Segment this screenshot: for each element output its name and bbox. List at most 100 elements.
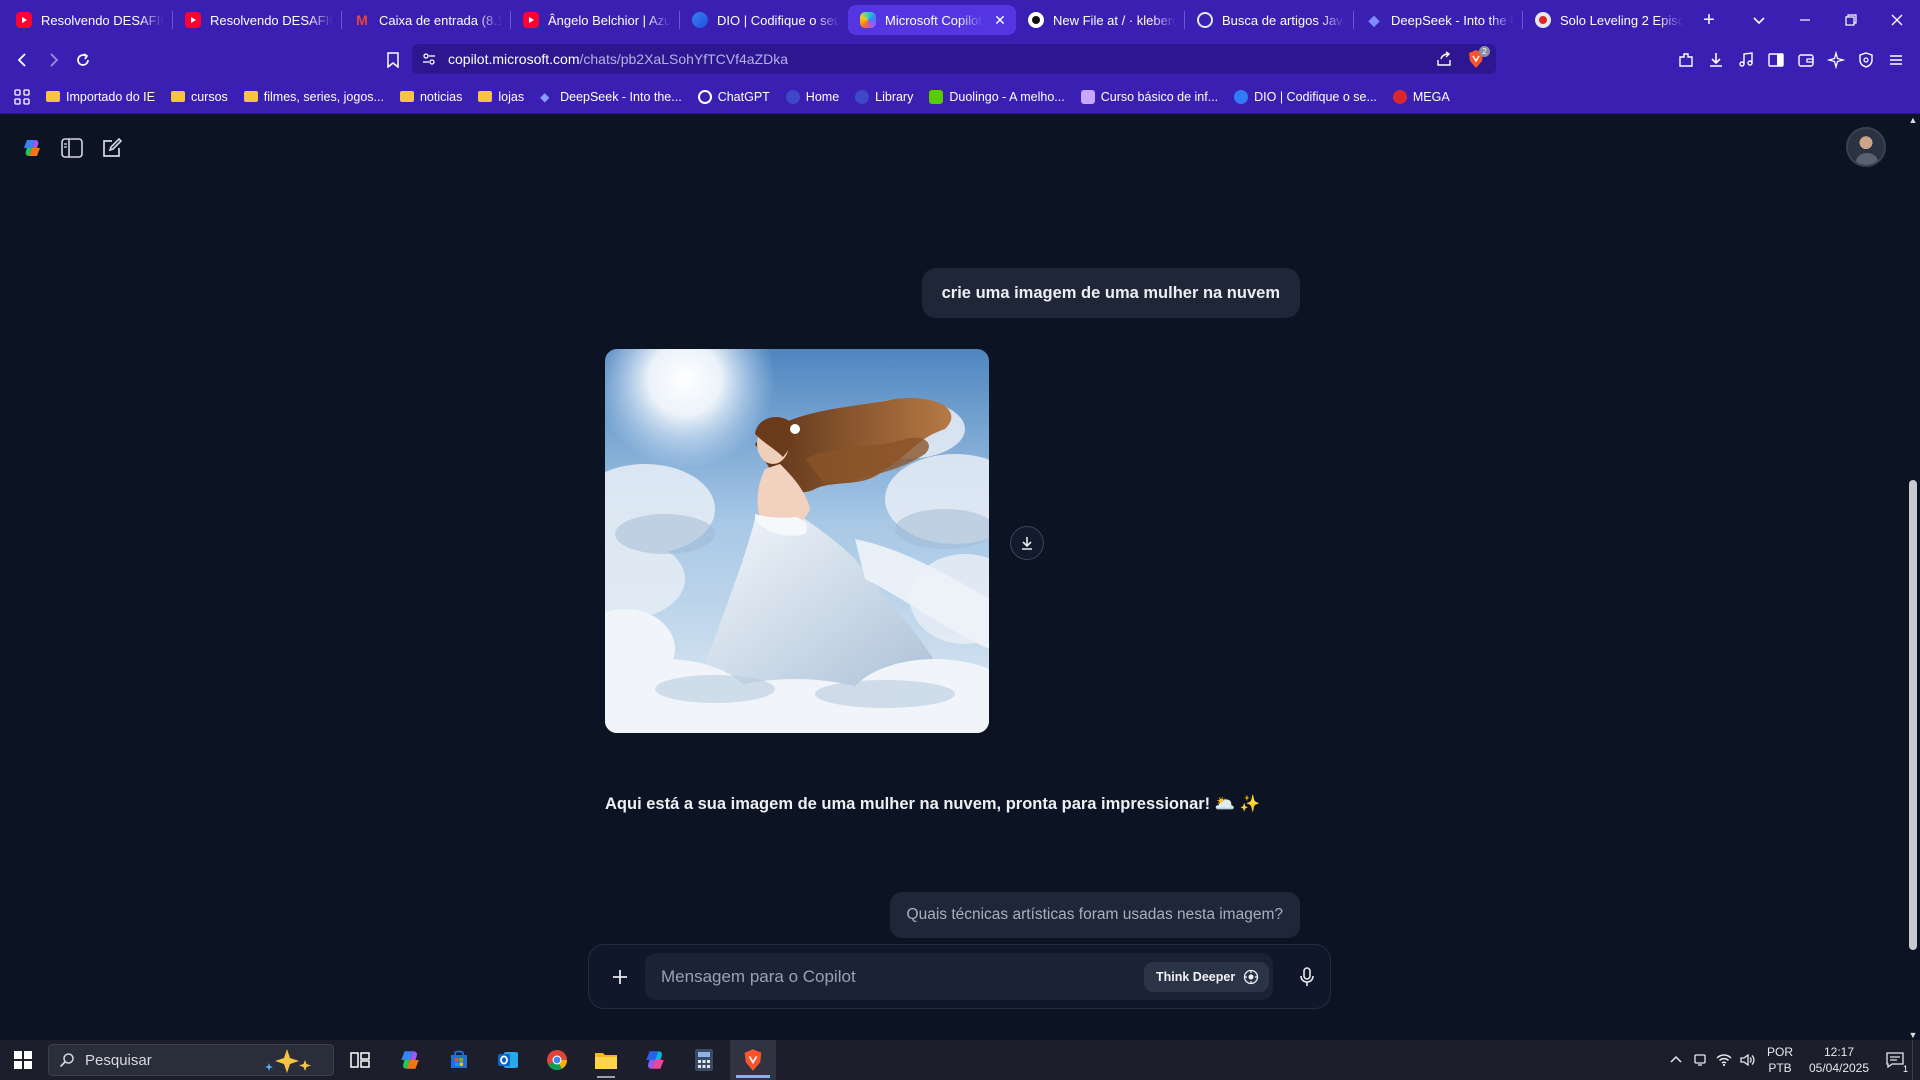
close-window-button[interactable] <box>1874 0 1920 40</box>
language-code: POR <box>1766 1045 1793 1059</box>
bookmark-link[interactable]: Home <box>785 89 839 104</box>
share-icon[interactable] <box>1436 51 1452 67</box>
youtube-icon <box>523 12 539 28</box>
tab-5-active[interactable]: Microsoft Copilot ✕ <box>848 5 1016 35</box>
tab-4[interactable]: DIO | Codifique o seu f <box>680 5 848 35</box>
bookmark-folder[interactable]: filmes, series, jogos... <box>243 90 384 104</box>
bookmark-label: MEGA <box>1412 89 1450 104</box>
bookmark-folder[interactable]: lojas <box>478 90 524 104</box>
vpn-shield-icon[interactable] <box>1854 48 1878 72</box>
wifi-icon[interactable] <box>1712 1040 1736 1080</box>
restore-button[interactable] <box>1828 0 1874 40</box>
clock-time: 12:17 <box>1823 1045 1855 1059</box>
page-scrollbar[interactable]: ▲ ▼ <box>1906 115 1920 1040</box>
task-view-button[interactable] <box>337 1040 383 1080</box>
file-explorer-icon[interactable] <box>583 1040 629 1080</box>
bookmark-link[interactable]: DIO | Codifique o se... <box>1234 89 1377 104</box>
chrome-icon[interactable] <box>534 1040 580 1080</box>
tab-7[interactable]: Busca de artigos Java <box>1185 5 1353 35</box>
bookmark-folder[interactable]: Importado do IE <box>46 90 155 104</box>
taskbar-clock[interactable]: 12:17 05/04/2025 <box>1800 1044 1878 1076</box>
bookmark-link[interactable]: MEGA <box>1392 89 1450 104</box>
copilot-app-icon[interactable] <box>387 1040 433 1080</box>
tab-2[interactable]: M Caixa de entrada (8.14 <box>342 5 510 35</box>
bookmark-folder[interactable]: noticias <box>399 90 462 104</box>
generated-image[interactable] <box>605 349 989 733</box>
microsoft-365-icon[interactable] <box>632 1040 678 1080</box>
scroll-up-arrow-icon[interactable]: ▲ <box>1908 115 1918 125</box>
tab-strip: Resolvendo DESAFIO I Resolvendo DESAFIO … <box>0 0 1920 40</box>
notifications-icon[interactable]: 1 <box>1878 1040 1912 1080</box>
tab-9[interactable]: Solo Leveling 2 Episod <box>1523 5 1691 35</box>
calculator-icon[interactable] <box>681 1040 727 1080</box>
bookmark-link[interactable]: ChatGPT <box>697 89 770 104</box>
suggested-prompt-text: Quais técnicas artísticas foram usadas n… <box>906 906 1283 923</box>
tab-8[interactable]: ◆ DeepSeek - Into the U <box>1354 5 1522 35</box>
folder-icon <box>170 91 185 102</box>
tab-title: New File at / · kleberg <box>1053 12 1176 28</box>
bookmark-link[interactable]: Duolingo - A melho... <box>929 89 1065 104</box>
download-image-button[interactable] <box>1010 526 1044 560</box>
new-chat-icon[interactable] <box>99 135 125 161</box>
device-icon[interactable] <box>1688 1040 1712 1080</box>
user-message-text: crie uma imagem de uma mulher na nuvem <box>941 283 1280 302</box>
microsoft-store-icon[interactable] <box>436 1040 482 1080</box>
brave-shield-icon[interactable]: 2 <box>1466 46 1490 70</box>
add-attachment-button[interactable] <box>603 960 637 994</box>
copilot-icon <box>860 12 876 28</box>
think-deeper-button[interactable]: Think Deeper <box>1144 962 1270 992</box>
scrollbar-thumb[interactable] <box>1909 480 1917 950</box>
copilot-logo-icon[interactable] <box>19 135 45 161</box>
tab-3[interactable]: Ângelo Belchior | Azure <box>511 5 679 35</box>
menu-icon[interactable] <box>1884 48 1908 72</box>
volume-icon[interactable] <box>1736 1040 1760 1080</box>
bookmark-label: ChatGPT <box>717 89 770 104</box>
apps-grid-icon[interactable] <box>14 88 30 105</box>
new-tab-button[interactable]: + <box>1691 5 1727 35</box>
wallet-icon[interactable] <box>1794 48 1818 72</box>
bookmark-link[interactable]: Curso básico de inf... <box>1080 89 1218 104</box>
minimize-button[interactable] <box>1782 0 1828 40</box>
tab-title: Resolvendo DESAFIO I <box>41 12 164 28</box>
bookmark-folder[interactable]: cursos <box>170 90 228 104</box>
downloads-icon[interactable] <box>1704 48 1728 72</box>
dio-icon <box>1234 89 1249 104</box>
site-info-icon[interactable] <box>422 52 436 66</box>
address-bar[interactable]: copilot.microsoft.com/chats/pb2XaLSohYfT… <box>412 44 1496 74</box>
scroll-down-arrow-icon[interactable]: ▼ <box>1908 1030 1918 1040</box>
sidebar-icon[interactable] <box>1764 48 1788 72</box>
tab-search-chevron-icon[interactable] <box>1736 0 1782 40</box>
bookmark-link[interactable]: ◆ DeepSeek - Into the... <box>540 90 682 104</box>
user-message-bubble: crie uma imagem de uma mulher na nuvem <box>921 268 1300 318</box>
tab-title: Solo Leveling 2 Episod <box>1560 12 1683 28</box>
user-avatar[interactable] <box>1846 127 1886 167</box>
deepseek-icon: ◆ <box>540 89 550 104</box>
suggested-prompt-chip[interactable]: Quais técnicas artísticas foram usadas n… <box>889 892 1300 938</box>
extensions-icon[interactable] <box>1674 48 1698 72</box>
start-button[interactable] <box>0 1040 46 1080</box>
tab-6[interactable]: New File at / · kleberg <box>1016 5 1184 35</box>
bookmark-page-button[interactable] <box>378 45 408 75</box>
show-hidden-icons-chevron-icon[interactable] <box>1664 1040 1688 1080</box>
deepseek-icon: ◆ <box>1368 11 1380 28</box>
forward-button[interactable] <box>38 45 68 75</box>
brave-browser-icon[interactable] <box>730 1040 776 1080</box>
reload-button[interactable] <box>68 45 98 75</box>
bookmark-label: Duolingo - A melho... <box>949 89 1065 104</box>
tab-title: Resolvendo DESAFIO I <box>210 12 333 28</box>
search-icon <box>59 1052 75 1068</box>
close-tab-icon[interactable]: ✕ <box>992 12 1008 29</box>
input-language-indicator[interactable]: POR PTB <box>1760 1044 1800 1076</box>
back-button[interactable] <box>8 45 38 75</box>
tab-0[interactable]: Resolvendo DESAFIO I <box>4 5 172 35</box>
sidebar-toggle-icon[interactable] <box>59 135 85 161</box>
leo-ai-icon[interactable] <box>1824 48 1848 72</box>
music-icon[interactable] <box>1734 48 1758 72</box>
tab-1[interactable]: Resolvendo DESAFIO I <box>173 5 341 35</box>
bookmark-link[interactable]: Library <box>855 89 913 104</box>
microphone-button[interactable] <box>1290 960 1324 994</box>
outlook-icon[interactable] <box>485 1040 531 1080</box>
show-desktop-button[interactable] <box>1912 1040 1920 1080</box>
taskbar-search[interactable]: Pesquisar <box>48 1044 334 1076</box>
browser-toolbar: copilot.microsoft.com/chats/pb2XaLSohYfT… <box>0 40 1920 80</box>
